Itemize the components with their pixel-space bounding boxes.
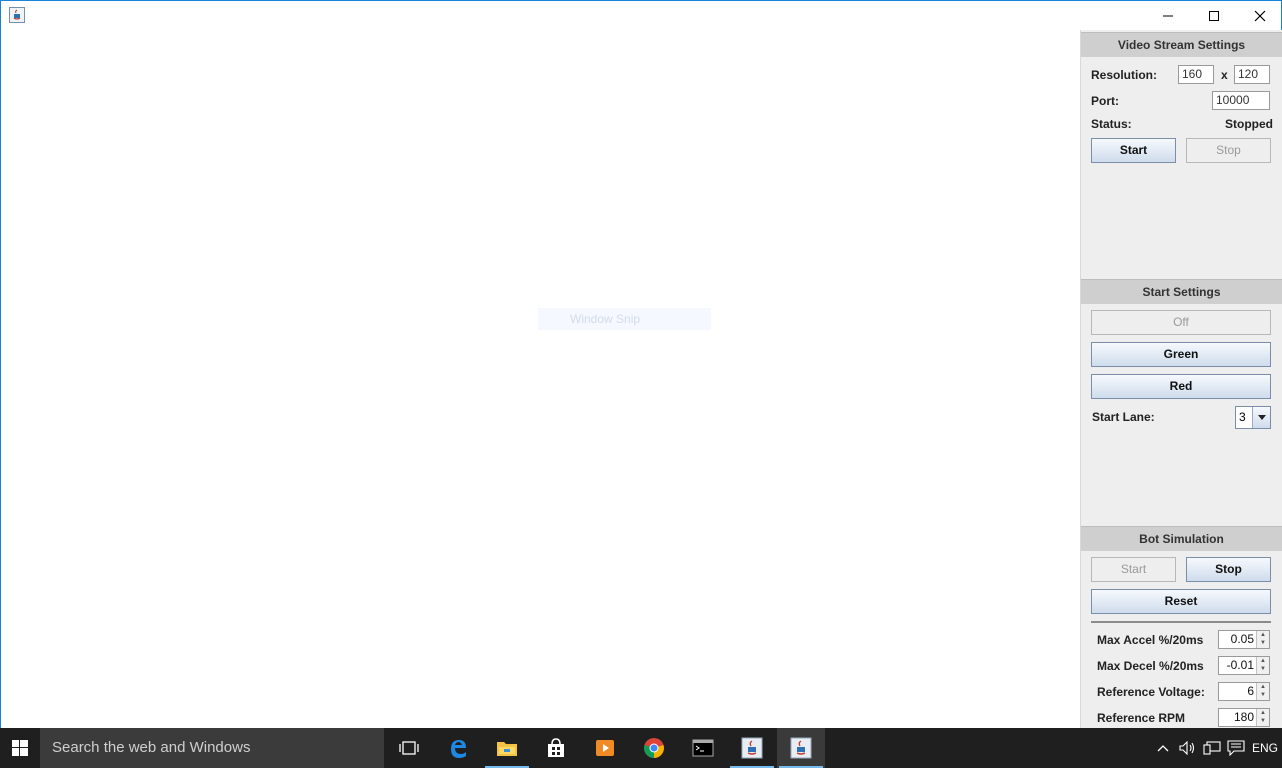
spinner-arrows[interactable]: ▲ ▼ xyxy=(1256,709,1269,726)
spinner-arrows[interactable]: ▲ ▼ xyxy=(1256,631,1269,648)
java-icon[interactable] xyxy=(9,7,25,23)
file-explorer-icon[interactable] xyxy=(483,728,531,768)
resolution-times-label: x xyxy=(1221,68,1228,82)
window-snip-overlay: Window Snip xyxy=(538,308,711,330)
max-decel-spinner[interactable]: -0.01 ▲ ▼ xyxy=(1218,656,1270,675)
windows-taskbar: Search the web and Windows ENG xyxy=(0,728,1282,768)
port-label: Port: xyxy=(1091,94,1119,108)
status-label: Status: xyxy=(1091,117,1132,131)
close-button[interactable] xyxy=(1237,1,1282,31)
maximize-button[interactable] xyxy=(1191,1,1237,31)
spinner-arrows[interactable]: ▲ ▼ xyxy=(1256,683,1269,700)
spin-down-icon[interactable]: ▼ xyxy=(1257,717,1269,725)
reference-voltage-spinner[interactable]: 6 ▲ ▼ xyxy=(1218,682,1270,701)
media-player-icon[interactable] xyxy=(581,728,629,768)
spin-up-icon[interactable]: ▲ xyxy=(1257,657,1269,665)
spinner-arrows[interactable]: ▲ ▼ xyxy=(1256,657,1269,674)
chevron-up-icon[interactable] xyxy=(1153,728,1173,768)
status-value: Stopped xyxy=(1225,117,1273,131)
spin-up-icon[interactable]: ▲ xyxy=(1257,683,1269,691)
spin-up-icon[interactable]: ▲ xyxy=(1257,631,1269,639)
task-view-icon[interactable] xyxy=(385,728,433,768)
max-accel-value[interactable]: 0.05 xyxy=(1219,631,1257,648)
start-off-button[interactable]: Off xyxy=(1091,310,1271,335)
minimize-button[interactable] xyxy=(1145,1,1191,31)
reference-voltage-label: Reference Voltage: xyxy=(1097,685,1205,699)
spin-down-icon[interactable]: ▼ xyxy=(1257,639,1269,647)
resolution-label: Resolution: xyxy=(1091,68,1157,82)
reference-voltage-value[interactable]: 6 xyxy=(1219,683,1257,700)
bot-reset-button[interactable]: Reset xyxy=(1091,589,1271,614)
video-stream-header: Video Stream Settings xyxy=(1081,32,1282,57)
taskbar-search-input[interactable]: Search the web and Windows xyxy=(40,728,384,768)
reference-rpm-spinner[interactable]: 180 ▲ ▼ xyxy=(1218,708,1270,727)
max-decel-label: Max Decel %/20ms xyxy=(1097,659,1204,673)
max-accel-spinner[interactable]: 0.05 ▲ ▼ xyxy=(1218,630,1270,649)
max-accel-label: Max Accel %/20ms xyxy=(1097,633,1204,647)
max-decel-value[interactable]: -0.01 xyxy=(1219,657,1257,674)
reference-rpm-label: Reference RPM xyxy=(1097,711,1186,725)
volume-icon[interactable] xyxy=(1177,728,1199,768)
port-field[interactable]: 10000 xyxy=(1212,91,1270,110)
resolution-width-field[interactable]: 160 xyxy=(1178,65,1214,84)
reference-rpm-value[interactable]: 180 xyxy=(1219,709,1257,726)
notifications-icon[interactable] xyxy=(1225,728,1247,768)
start-lane-dropdown[interactable]: 3 xyxy=(1235,406,1271,429)
title-bar[interactable] xyxy=(1,1,1281,31)
video-start-button[interactable]: Start xyxy=(1091,138,1176,163)
input-language[interactable]: ENG xyxy=(1252,728,1282,768)
edge-icon[interactable] xyxy=(434,728,482,768)
spin-down-icon[interactable]: ▼ xyxy=(1257,665,1269,673)
network-icon[interactable] xyxy=(1201,728,1223,768)
video-canvas: Window Snip xyxy=(1,31,1081,729)
spin-up-icon[interactable]: ▲ xyxy=(1257,709,1269,717)
bot-simulation-header: Bot Simulation xyxy=(1081,526,1282,551)
windows-logo-icon xyxy=(12,740,28,756)
start-settings-header: Start Settings xyxy=(1081,279,1282,304)
start-green-button[interactable]: Green xyxy=(1091,342,1271,367)
chevron-down-icon[interactable] xyxy=(1252,407,1270,428)
chrome-icon[interactable] xyxy=(630,728,678,768)
video-stop-button[interactable]: Stop xyxy=(1186,138,1271,163)
section-divider xyxy=(1091,621,1271,623)
java-icon[interactable] xyxy=(728,728,776,768)
bot-stop-button[interactable]: Stop xyxy=(1186,557,1271,582)
java-icon[interactable] xyxy=(777,728,825,768)
spin-down-icon[interactable]: ▼ xyxy=(1257,691,1269,699)
resolution-height-field[interactable]: 120 xyxy=(1234,65,1270,84)
bot-start-button[interactable]: Start xyxy=(1091,557,1176,582)
start-lane-value: 3 xyxy=(1239,410,1246,424)
store-icon[interactable] xyxy=(532,728,580,768)
start-button[interactable] xyxy=(0,728,40,768)
cmd-icon[interactable] xyxy=(679,728,727,768)
start-lane-label: Start Lane: xyxy=(1092,410,1155,424)
start-red-button[interactable]: Red xyxy=(1091,374,1271,399)
